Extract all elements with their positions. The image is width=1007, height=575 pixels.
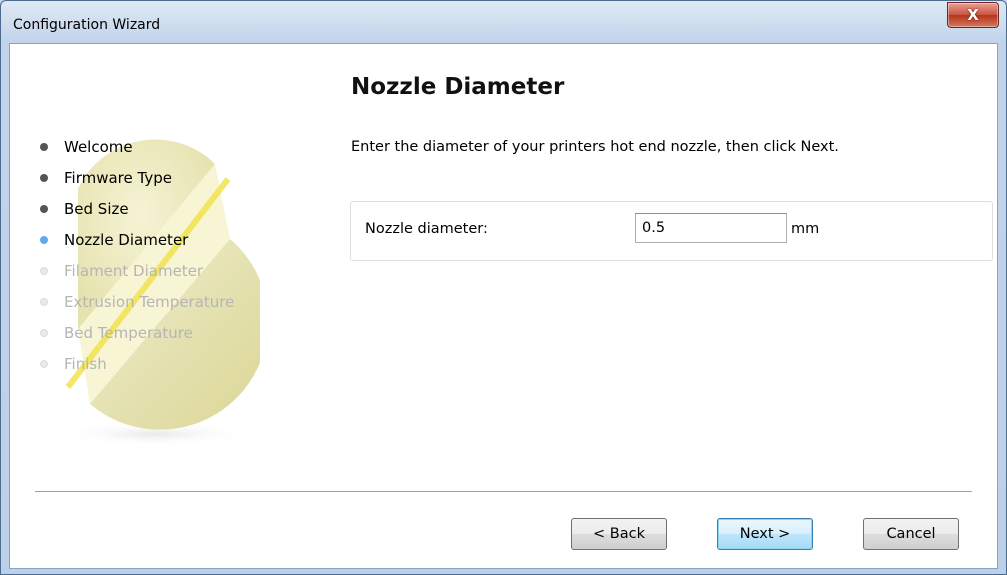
step-label: Nozzle Diameter bbox=[64, 231, 189, 249]
step-firmware-type: Firmware Type bbox=[34, 165, 234, 196]
step-bullet-icon bbox=[40, 174, 48, 182]
step-label: Firmware Type bbox=[64, 169, 172, 187]
close-icon: X bbox=[967, 6, 979, 24]
window-title: Configuration Wizard bbox=[13, 17, 161, 33]
step-bullet-icon bbox=[40, 298, 48, 306]
step-bullet-icon bbox=[40, 143, 48, 151]
title-bar[interactable]: Configuration Wizard X bbox=[1, 1, 1006, 43]
cancel-button[interactable]: Cancel bbox=[863, 518, 959, 550]
footer-separator bbox=[35, 491, 972, 493]
step-bullet-icon bbox=[40, 205, 48, 213]
page-title: Nozzle Diameter bbox=[351, 74, 565, 100]
step-filament-diameter: Filament Diameter bbox=[34, 258, 234, 289]
step-label: Bed Temperature bbox=[64, 324, 193, 342]
step-finish: Finish bbox=[34, 351, 234, 382]
step-extrusion-temperature: Extrusion Temperature bbox=[34, 289, 234, 320]
step-label: Finish bbox=[64, 355, 107, 373]
step-label: Filament Diameter bbox=[64, 262, 204, 280]
wizard-content: Welcome Firmware Type Bed Size Nozzle Di… bbox=[9, 43, 998, 569]
step-bullet-icon bbox=[40, 236, 48, 244]
nozzle-diameter-unit: mm bbox=[791, 221, 820, 237]
instructions-text: Enter the diameter of your printers hot … bbox=[351, 139, 839, 155]
wizard-steps: Welcome Firmware Type Bed Size Nozzle Di… bbox=[34, 134, 234, 382]
step-bed-temperature: Bed Temperature bbox=[34, 320, 234, 351]
nozzle-diameter-input[interactable] bbox=[635, 213, 787, 243]
step-label: Welcome bbox=[64, 138, 133, 156]
next-button[interactable]: Next > bbox=[717, 518, 813, 550]
step-bullet-icon bbox=[40, 267, 48, 275]
nozzle-diameter-label: Nozzle diameter: bbox=[365, 221, 488, 237]
step-welcome: Welcome bbox=[34, 134, 234, 165]
step-label: Bed Size bbox=[64, 200, 129, 218]
step-bed-size: Bed Size bbox=[34, 196, 234, 227]
wizard-window: Configuration Wizard X Welcome Firmware … bbox=[0, 0, 1007, 575]
step-label: Extrusion Temperature bbox=[64, 293, 235, 311]
close-button[interactable]: X bbox=[947, 2, 999, 28]
nozzle-diameter-group: Nozzle diameter: mm bbox=[350, 201, 993, 261]
step-bullet-icon bbox=[40, 329, 48, 337]
back-button[interactable]: < Back bbox=[571, 518, 667, 550]
step-nozzle-diameter: Nozzle Diameter bbox=[34, 227, 234, 258]
step-bullet-icon bbox=[40, 360, 48, 368]
